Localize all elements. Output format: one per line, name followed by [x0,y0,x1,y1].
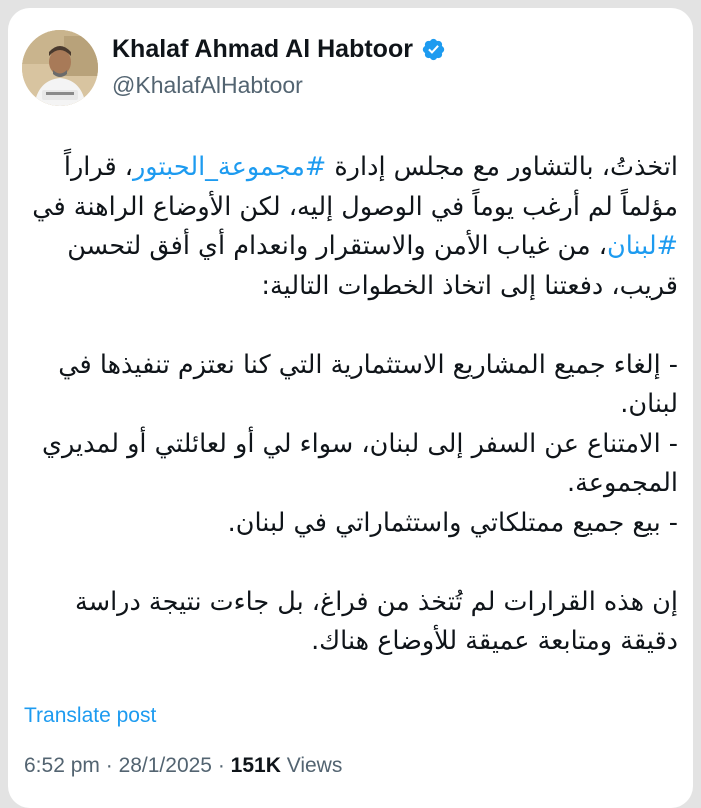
tweet-card: Khalaf Ahmad Al Habtoor @KhalafAlHabtoor… [8,8,693,808]
meta-separator: · [212,754,231,777]
tweet-time[interactable]: 6:52 pm [24,754,100,777]
avatar-photo [22,30,98,106]
tweet-bullet-3: - بيع جميع ممتلكاتي واستثماراتي في لبنان… [227,507,678,538]
hashtag-link-habtoor-group[interactable]: #مجموعة_الحبتور [133,152,326,182]
translate-post-link[interactable]: Translate post [24,704,156,728]
tweet-text: اتخذتُ، بالتشاور مع مجلس إدارة #مجموعة_ا… [28,148,678,662]
tweet-paragraph-3: إن هذه القرارات لم تُتخذ من فراغ، بل جاء… [75,586,678,657]
tweet-paragraph-1: اتخذتُ، بالتشاور مع مجلس إدارة #مجموعة_ا… [28,148,678,306]
tweet-metadata: 6:52 pm · 28/1/2025 · 151K Views [24,754,342,778]
verified-badge-icon [422,38,445,61]
author-header: Khalaf Ahmad Al Habtoor [112,35,446,64]
views-label: Views [280,754,343,777]
text-segment: اتخذتُ، بالتشاور مع مجلس إدارة [326,152,678,182]
text-segment: ، من غياب الأمن والاستقرار وانعدام أي أف… [67,231,678,301]
tweet-date[interactable]: 28/1/2025 [119,754,212,777]
tweet-bullet-2: - الامتناع عن السفر إلى لبنان، سواء لي أ… [41,428,678,499]
avatar[interactable] [22,30,98,106]
hashtag-link-lebanon[interactable]: #لبنان [607,231,678,261]
author-handle[interactable]: @KhalafAlHabtoor [112,72,303,99]
author-display-name[interactable]: Khalaf Ahmad Al Habtoor [112,35,413,64]
meta-separator: · [99,754,119,777]
tweet-bullet-1: - إلغاء جميع المشاريع الاستثمارية التي ك… [58,349,678,420]
views-count[interactable]: 151K [231,754,281,777]
